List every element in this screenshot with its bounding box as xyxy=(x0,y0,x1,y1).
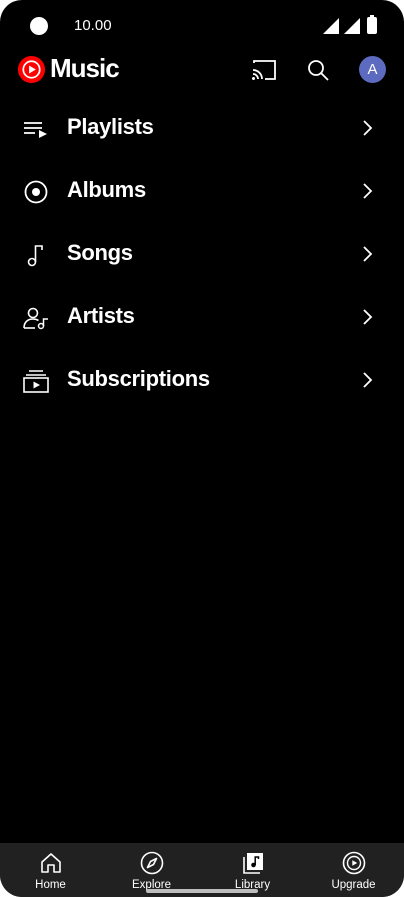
library-item-label: Playlists xyxy=(67,114,154,139)
artist-icon xyxy=(23,307,48,330)
nav-upgrade[interactable]: Upgrade xyxy=(303,843,404,897)
camera-cutout xyxy=(30,17,48,35)
nav-label: Home xyxy=(35,879,66,891)
status-time: 10.00 xyxy=(74,17,112,34)
library-item-subscriptions[interactable]: Subscriptions xyxy=(0,349,404,412)
cast-icon[interactable] xyxy=(251,58,277,82)
library-item-albums[interactable]: Albums xyxy=(0,160,404,223)
music-note-icon xyxy=(27,245,43,267)
compass-icon xyxy=(140,851,163,875)
album-icon xyxy=(24,180,48,204)
app-bar: Music A xyxy=(0,50,404,90)
library-item-label: Artists xyxy=(67,303,135,328)
chevron-right-icon xyxy=(363,309,373,325)
account-avatar[interactable]: A xyxy=(359,56,386,83)
library-item-label: Albums xyxy=(67,177,146,202)
subscriptions-icon xyxy=(23,370,49,393)
library-item-label: Songs xyxy=(67,240,133,265)
chevron-right-icon xyxy=(363,372,373,388)
home-icon xyxy=(40,853,61,873)
status-bar: 10.00 xyxy=(0,0,404,52)
home-indicator[interactable] xyxy=(146,889,258,893)
playlist-icon xyxy=(24,122,47,138)
nav-label: Upgrade xyxy=(331,879,376,891)
library-list: Playlists Albums Songs Artists Subscript… xyxy=(0,97,404,412)
library-icon xyxy=(242,853,263,874)
library-item-songs[interactable]: Songs xyxy=(0,223,404,286)
signal-icon xyxy=(344,18,360,34)
library-item-playlists[interactable]: Playlists xyxy=(0,97,404,160)
library-item-artists[interactable]: Artists xyxy=(0,286,404,349)
library-item-label: Subscriptions xyxy=(67,366,210,391)
battery-icon xyxy=(367,15,377,34)
youtube-music-logo-icon xyxy=(17,55,46,84)
app-logo-text: Music xyxy=(50,53,120,83)
phone-screen: 10.00 Music A Playlists Albums Songs Art… xyxy=(0,0,404,897)
upgrade-icon xyxy=(342,851,365,875)
chevron-right-icon xyxy=(363,246,373,262)
nav-home[interactable]: Home xyxy=(0,843,101,897)
chevron-right-icon xyxy=(363,183,373,199)
search-icon[interactable] xyxy=(306,58,330,82)
wifi-icon xyxy=(323,18,339,34)
chevron-right-icon xyxy=(363,120,373,136)
